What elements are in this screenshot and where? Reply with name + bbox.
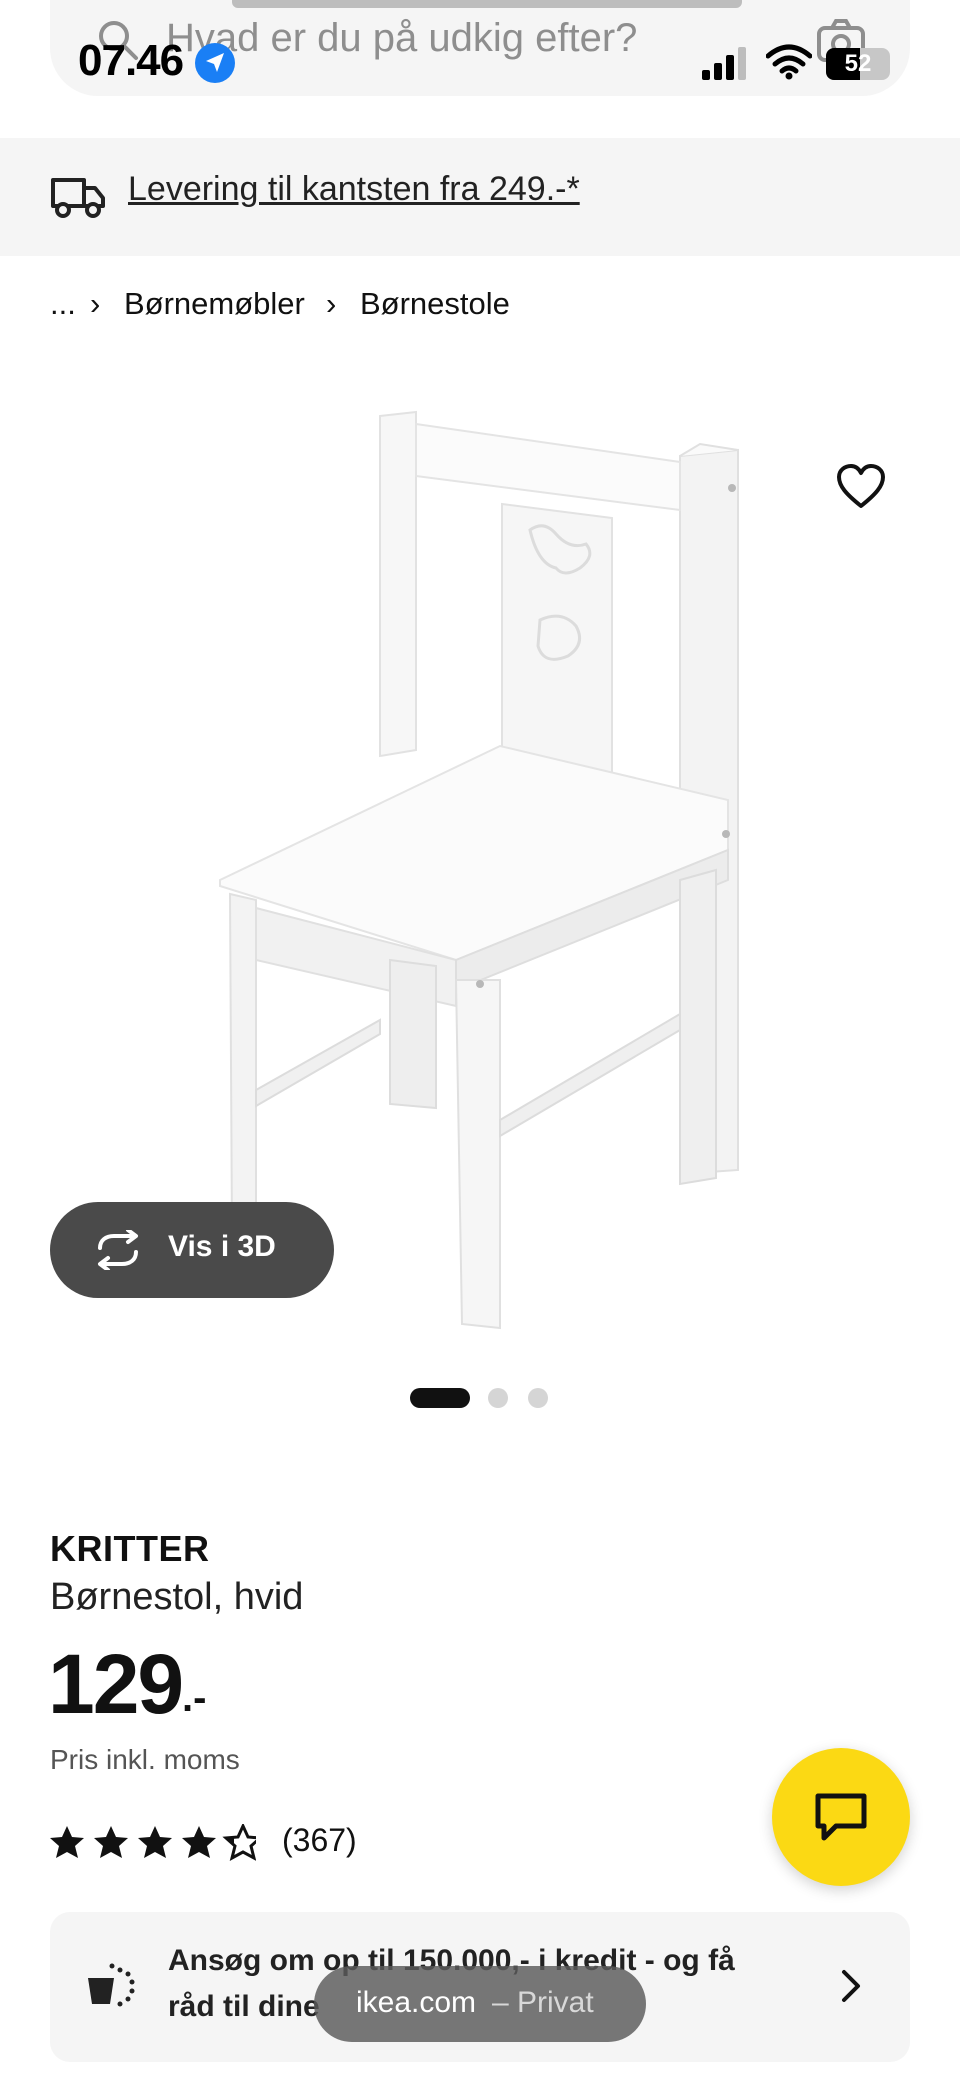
view-in-3d-button[interactable]: Vis i 3D xyxy=(50,1202,334,1298)
breadcrumb-separator: › xyxy=(326,286,337,321)
product-image[interactable] xyxy=(200,400,760,1340)
chevron-right-icon[interactable] xyxy=(836,1966,866,2006)
breadcrumb-separator: › xyxy=(90,286,101,321)
browser-private-mode: – Privat xyxy=(492,1986,594,2019)
status-time: 07.46 xyxy=(78,36,184,85)
breadcrumb-ellipsis[interactable]: ... xyxy=(50,286,76,322)
carousel-dot[interactable] xyxy=(488,1388,508,1408)
breadcrumb-item-boernemoebler[interactable]: Børnemøbler xyxy=(124,286,305,322)
browser-address-pill[interactable]: ikea.com – Privat xyxy=(314,1966,646,2042)
price: 129 xyxy=(48,1637,184,1731)
search-input[interactable]: Hvad er du på udkig efter? xyxy=(166,16,637,61)
browser-domain: ikea.com xyxy=(356,1986,477,2019)
product-description: Børnestol, hvid xyxy=(50,1576,304,1618)
location-arrow-icon xyxy=(195,43,235,83)
view-in-3d-label: Vis i 3D xyxy=(168,1230,276,1263)
price-note: Pris inkl. moms xyxy=(50,1744,240,1775)
star-icon xyxy=(50,1826,84,1858)
star-icon xyxy=(94,1826,128,1858)
price-suffix: .- xyxy=(182,1676,207,1720)
carousel-dot[interactable] xyxy=(528,1388,548,1408)
chat-icon xyxy=(815,1793,867,1841)
star-icon xyxy=(182,1826,216,1858)
wifi-icon xyxy=(766,44,812,80)
product-name: KRITTER xyxy=(50,1528,210,1569)
breadcrumb-item-boernestole[interactable]: Børnestole xyxy=(360,286,510,322)
cellular-signal-icon xyxy=(702,47,746,80)
truck-icon xyxy=(51,178,105,218)
favorite-heart-icon[interactable] xyxy=(836,464,886,510)
delivery-link[interactable]: Levering til kantsten fra 249.-* xyxy=(128,170,580,209)
battery-level: 52 xyxy=(844,50,872,77)
scroll-indicator xyxy=(232,0,742,8)
rating-count[interactable]: (367) xyxy=(282,1822,357,1859)
rating-stars[interactable] xyxy=(48,1824,256,1862)
carousel-dot-active[interactable] xyxy=(410,1388,470,1408)
battery-indicator: 52 xyxy=(826,48,894,80)
rotate-3d-icon xyxy=(98,1230,138,1270)
chat-button[interactable] xyxy=(772,1748,910,1886)
credit-offer-text-line2: råd til dine xyxy=(168,1990,320,2023)
star-icon xyxy=(138,1826,172,1858)
shopping-bag-icon xyxy=(88,1963,135,2007)
